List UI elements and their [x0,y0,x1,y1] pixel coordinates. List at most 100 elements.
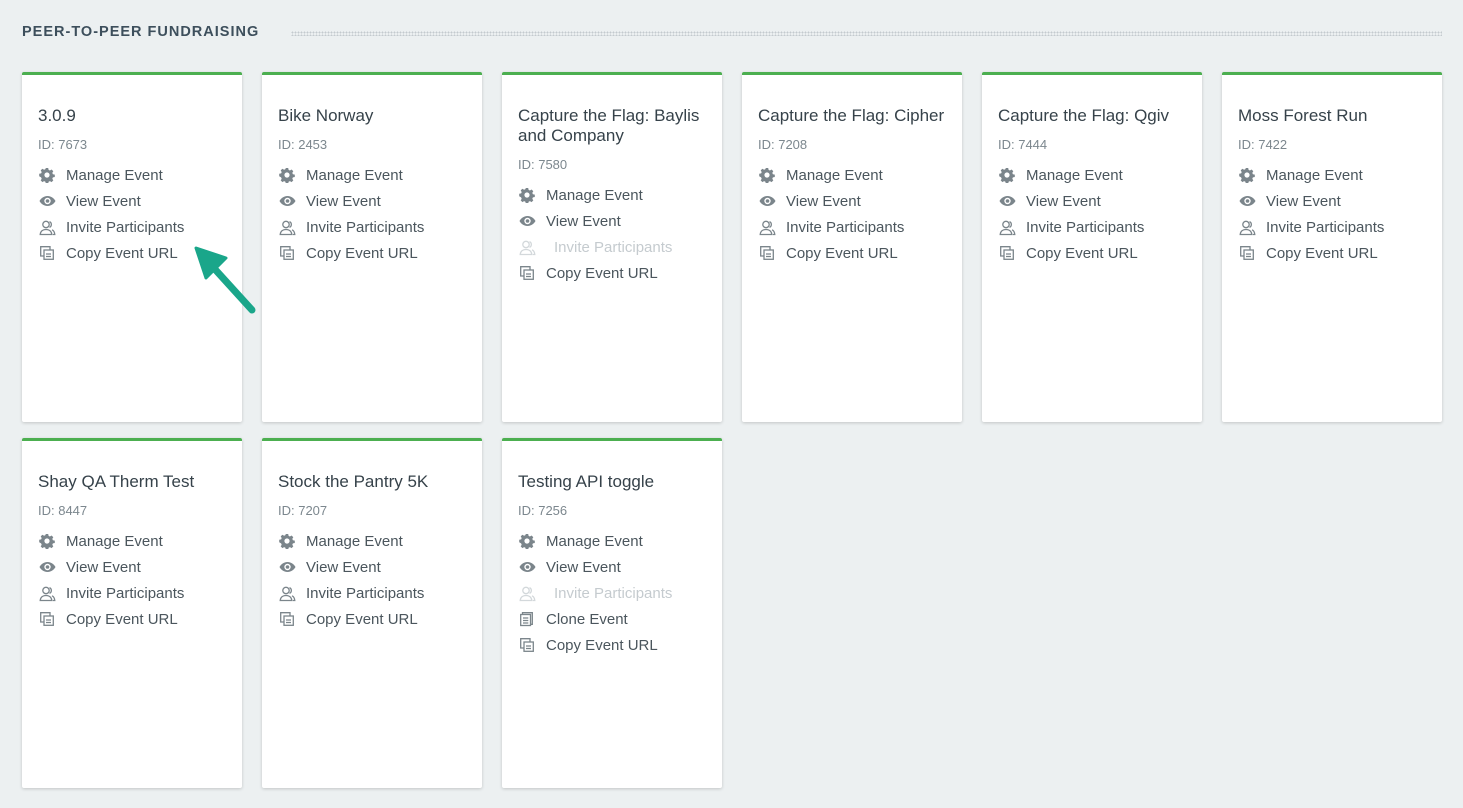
users-icon [278,584,296,602]
copy-event-url-link[interactable]: Copy Event URL [998,240,1186,266]
invite-participants-label: Invite Participants [66,584,185,602]
view-event-label: View Event [306,558,381,576]
view-event-label: View Event [306,192,381,210]
manage-event-label: Manage Event [786,166,883,184]
view-event-link[interactable]: View Event [38,188,226,214]
gear-icon [278,532,296,550]
event-card[interactable]: Stock the Pantry 5K ID: 7207 Manage Event V… [262,438,482,788]
eye-icon [518,558,536,576]
invite-participants-link[interactable]: Invite Participants [38,580,226,606]
manage-event-label: Manage Event [546,532,643,550]
view-event-label: View Event [1026,192,1101,210]
view-event-link[interactable]: View Event [518,554,706,580]
event-id: ID: 2453 [278,137,328,152]
clone-event-link[interactable]: Clone Event [518,606,706,632]
manage-event-link[interactable]: Manage Event [518,182,706,208]
clone-icon [518,610,536,628]
view-event-link[interactable]: View Event [998,188,1186,214]
view-event-link[interactable]: View Event [518,208,706,234]
invite-participants-label: Invite Participants [66,218,185,236]
copy-icon [38,244,56,262]
event-card[interactable]: 3.0.9 ID: 7673 Manage Event View Event Invit… [22,72,242,422]
copy-event-url-link[interactable]: Copy Event URL [518,632,706,658]
invite-participants-label: Invite Participants [786,218,905,236]
view-event-link[interactable]: View Event [278,188,466,214]
copy-event-url-link[interactable]: Copy Event URL [278,606,466,632]
section-header: PEER-TO-PEER FUNDRAISING [22,22,1442,42]
users-icon [758,218,776,236]
event-card[interactable]: Bike Norway ID: 2453 Manage Event View Even… [262,72,482,422]
copy-event-url-link[interactable]: Copy Event URL [518,260,706,286]
users-icon [998,218,1016,236]
section-title: PEER-TO-PEER FUNDRAISING [22,24,260,40]
event-id: ID: 7673 [38,137,88,152]
invite-participants-link[interactable]: Invite Participants [278,214,466,240]
manage-event-link[interactable]: Manage Event [1238,162,1426,188]
event-id: ID: 7207 [278,503,328,518]
invite-participants-link[interactable]: Invite Participants [998,214,1186,240]
invite-participants-link[interactable]: Invite Participants [758,214,946,240]
copy-event-url-link[interactable]: Copy Event URL [38,240,226,266]
copy-event-url-link[interactable]: Copy Event URL [278,240,466,266]
view-event-link[interactable]: View Event [758,188,946,214]
eye-icon [1238,192,1256,210]
copy-icon [278,244,296,262]
copy-event-url-link[interactable]: Copy Event URL [38,606,226,632]
manage-event-link[interactable]: Manage Event [278,162,466,188]
manage-event-link[interactable]: Manage Event [278,528,466,554]
event-card[interactable]: Moss Forest Run ID: 7422 Manage Event View … [1222,72,1442,422]
event-title: Capture the Flag: Baylis and Company [518,106,700,145]
event-card[interactable]: Capture the Flag: Baylis and Company ID: … [502,72,722,422]
event-title: Capture the Flag: Qgiv [998,106,1170,125]
manage-event-link[interactable]: Manage Event [758,162,946,188]
event-card[interactable]: Capture the Flag: Qgiv ID: 7444 Manage Eve… [982,72,1202,422]
manage-event-link[interactable]: Manage Event [38,162,226,188]
view-event-label: View Event [546,558,621,576]
event-id: ID: 7256 [518,503,568,518]
invite-participants-link[interactable]: Invite Participants [38,214,226,240]
manage-event-link[interactable]: Manage Event [518,528,706,554]
copy-event-url-link[interactable]: Copy Event URL [758,240,946,266]
view-event-link[interactable]: View Event [1238,188,1426,214]
event-id: ID: 7580 [518,157,568,172]
invite-participants-label: Invite Participants [1026,218,1145,236]
gear-icon [758,166,776,184]
copy-icon [278,610,296,628]
invite-participants-link: Invite Participants [518,580,706,606]
event-id: ID: 8447 [38,503,88,518]
view-event-link[interactable]: View Event [38,554,226,580]
invite-participants-link[interactable]: Invite Participants [1238,214,1426,240]
manage-event-link[interactable]: Manage Event [38,528,226,554]
copy-event-url-label: Copy Event URL [306,244,418,262]
view-event-label: View Event [546,212,621,230]
event-title: Bike Norway [278,106,374,125]
eye-icon [518,212,536,230]
invite-participants-label: Invite Participants [1266,218,1385,236]
copy-icon [518,264,536,282]
copy-event-url-label: Copy Event URL [786,244,898,262]
eye-icon [998,192,1016,210]
event-card[interactable]: Capture the Flag: Cipher ID: 7208 Manage E… [742,72,962,422]
manage-event-label: Manage Event [306,532,403,550]
event-card[interactable]: Testing API toggle ID: 7256 Manage Event Vi… [502,438,722,788]
invite-participants-label: Invite Participants [554,238,673,256]
view-event-link[interactable]: View Event [278,554,466,580]
event-id: ID: 7422 [1238,137,1288,152]
copy-icon [38,610,56,628]
invite-participants-link: Invite Participants [518,234,706,260]
invite-participants-label: Invite Participants [554,584,673,602]
copy-event-url-label: Copy Event URL [66,244,178,262]
invite-participants-link[interactable]: Invite Participants [278,580,466,606]
manage-event-label: Manage Event [1026,166,1123,184]
copy-event-url-link[interactable]: Copy Event URL [1238,240,1426,266]
manage-event-link[interactable]: Manage Event [998,162,1186,188]
event-card[interactable]: Shay QA Therm Test ID: 8447 Manage Event Vi… [22,438,242,788]
event-title: 3.0.9 [38,106,76,125]
view-event-label: View Event [786,192,861,210]
gear-icon [518,532,536,550]
eye-icon [38,558,56,576]
section-divider [291,30,1442,36]
manage-event-label: Manage Event [66,166,163,184]
event-title: Capture the Flag: Cipher [758,106,945,125]
event-title: Shay QA Therm Test [38,472,195,491]
